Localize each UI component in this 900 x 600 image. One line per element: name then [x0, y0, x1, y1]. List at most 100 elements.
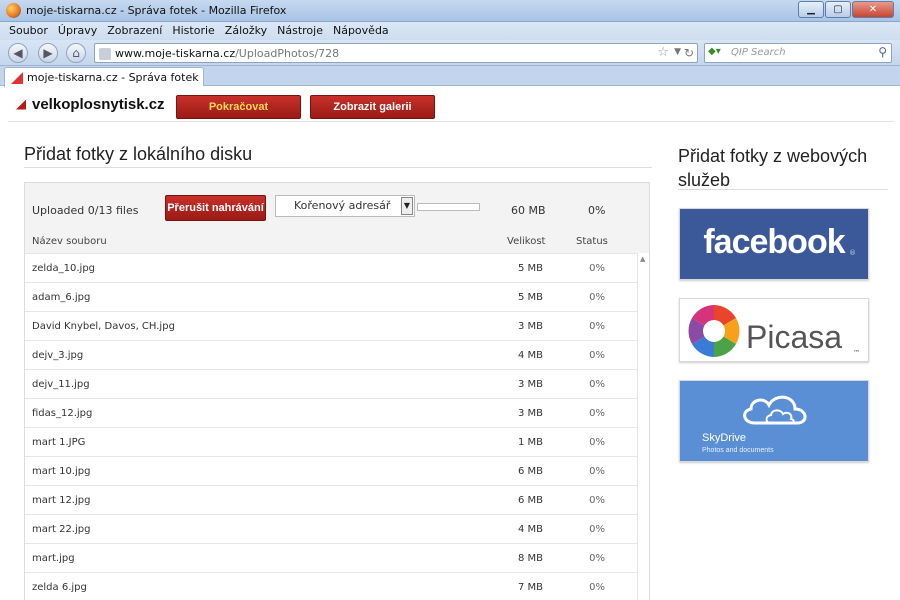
menu-tools[interactable]: Nástroje	[272, 22, 328, 40]
file-status: 0%	[589, 495, 605, 506]
cloud-icon	[743, 395, 807, 425]
facebook-service-button[interactable]: facebook ®	[679, 208, 869, 280]
page-content: velkoplosnytisk.cz Pokračovat Zobrazit g…	[8, 86, 894, 600]
address-bar[interactable]: www.moje-tiskarna.cz/UploadPhotos/728 ☆ …	[94, 43, 698, 63]
directory-value: Kořenový adresář	[294, 199, 391, 212]
file-status: 0%	[589, 350, 605, 361]
file-status: 0%	[589, 524, 605, 535]
file-name: mart 12.jpg	[32, 495, 91, 506]
file-size: 5 MB	[517, 263, 543, 274]
file-size: 6 MB	[517, 495, 543, 506]
minimize-button[interactable]: ▁	[798, 1, 824, 18]
history-dropdown-icon[interactable]: ▼	[674, 47, 681, 57]
file-status: 0%	[589, 466, 605, 477]
file-name: mart.jpg	[32, 553, 75, 564]
file-status: 0%	[589, 321, 605, 332]
page-favicon-icon	[99, 48, 111, 60]
maximize-button[interactable]: ▢	[825, 1, 851, 18]
menu-bookmarks[interactable]: Záložky	[220, 22, 272, 40]
column-header-status[interactable]: Status	[576, 236, 608, 247]
table-row: fidas_12.jpg 3 MB 0%	[25, 398, 637, 427]
file-name: fidas_12.jpg	[32, 408, 93, 419]
search-placeholder: QIP Search	[731, 47, 786, 58]
back-icon[interactable]: ◀	[8, 43, 28, 63]
table-row: dejv_3.jpg 4 MB 0%	[25, 340, 637, 369]
logo-text: velkoplosnytisk.cz	[32, 96, 165, 113]
file-size: 5 MB	[517, 292, 543, 303]
file-size: 3 MB	[517, 321, 543, 332]
web-services-title: Přidat fotky z webových služeb	[678, 146, 868, 190]
menu-edit[interactable]: Úpravy	[53, 22, 102, 40]
scroll-up-icon[interactable]: ▲	[640, 255, 645, 263]
table-row: mart 12.jpg 6 MB 0%	[25, 485, 637, 514]
menu-bar: Soubor Úpravy Zobrazení Historie Záložky…	[0, 22, 900, 40]
facebook-logo: facebook	[703, 223, 845, 261]
navigation-toolbar: ◀ ▶ ⌂ www.moje-tiskarna.cz/UploadPhotos/…	[0, 40, 900, 66]
menu-help[interactable]: Nápověda	[328, 22, 394, 40]
window-controls: ▁ ▢ ✕	[797, 1, 894, 18]
table-row: mart 22.jpg 4 MB 0%	[25, 514, 637, 543]
firefox-icon	[6, 3, 21, 18]
table-row: mart 1.JPG 1 MB 0%	[25, 427, 637, 456]
tab-strip: moje-tiskarna.cz - Správa fotek	[0, 66, 900, 87]
file-size: 1 MB	[517, 437, 543, 448]
upload-panel: Uploaded 0/13 files Přerušit nahrávání K…	[24, 182, 650, 600]
file-name: mart 1.JPG	[32, 437, 86, 448]
reload-icon[interactable]: ↻	[684, 46, 694, 60]
continue-button[interactable]: Pokračovat	[176, 95, 301, 119]
file-name: zelda_10.jpg	[32, 263, 96, 274]
file-size: 4 MB	[517, 524, 543, 535]
picasa-logo-text: Picasa	[746, 319, 843, 355]
search-icon[interactable]: ⚲	[878, 45, 887, 59]
tab-active[interactable]: moje-tiskarna.cz - Správa fotek	[4, 67, 204, 87]
menu-history[interactable]: Historie	[167, 22, 219, 40]
upload-status-text: Uploaded 0/13 files	[32, 204, 139, 217]
table-row: mart.jpg 8 MB 0%	[25, 543, 637, 572]
window-titlebar: moje-tiskarna.cz - Správa fotek - Mozill…	[0, 0, 900, 22]
stop-upload-button[interactable]: Přerušit nahrávání	[165, 195, 266, 221]
directory-select[interactable]: Kořenový adresář ▼	[275, 195, 415, 217]
menu-view[interactable]: Zobrazení	[102, 22, 167, 40]
close-button[interactable]: ✕	[852, 1, 894, 18]
search-box[interactable]: ◆▾ QIP Search ⚲	[704, 43, 892, 63]
search-engine-icon[interactable]: ◆▾	[708, 46, 730, 60]
picasa-service-button[interactable]: Picasa ™	[679, 298, 869, 362]
forward-icon[interactable]: ▶	[38, 43, 58, 63]
file-name: mart 22.jpg	[32, 524, 91, 535]
file-status: 0%	[589, 292, 605, 303]
file-size: 6 MB	[517, 466, 543, 477]
site-header: velkoplosnytisk.cz Pokračovat Zobrazit g…	[8, 86, 894, 122]
file-name: mart 10.jpg	[32, 466, 91, 477]
file-status: 0%	[589, 437, 605, 448]
show-gallery-button[interactable]: Zobrazit galerii	[310, 95, 435, 119]
site-logo[interactable]: velkoplosnytisk.cz	[16, 96, 165, 113]
table-row: adam_6.jpg 5 MB 0%	[25, 282, 637, 311]
tab-label: moje-tiskarna.cz - Správa fotek	[27, 71, 199, 84]
home-icon[interactable]: ⌂	[66, 43, 86, 63]
table-row: David Knybel, Davos, CH.jpg 3 MB 0%	[25, 311, 637, 340]
table-row: mart 10.jpg 6 MB 0%	[25, 456, 637, 485]
upload-title-divider	[24, 167, 652, 168]
skydrive-subtitle: Photos and documents	[702, 447, 774, 454]
total-percent: 0%	[588, 204, 606, 217]
file-size: 4 MB	[517, 350, 543, 361]
window-title: moje-tiskarna.cz - Správa fotek - Mozill…	[26, 4, 287, 17]
file-size: 7 MB	[517, 582, 543, 593]
facebook-registered-mark: ®	[849, 249, 856, 257]
file-size: 3 MB	[517, 379, 543, 390]
table-row: zelda_10.jpg 5 MB 0%	[25, 253, 637, 282]
file-list: zelda_10.jpg 5 MB 0% adam_6.jpg 5 MB 0% Davi…	[25, 253, 637, 600]
column-header-size[interactable]: Velikost	[507, 236, 545, 247]
menu-file[interactable]: Soubor	[4, 22, 53, 40]
skydrive-service-button[interactable]: SkyDrive Photos and documents	[679, 380, 869, 462]
table-row: dejv_11.jpg 3 MB 0%	[25, 369, 637, 398]
chevron-down-icon[interactable]: ▼	[401, 197, 413, 215]
picasa-logo-icon	[688, 305, 740, 357]
skydrive-logo-text: SkyDrive	[702, 432, 747, 444]
file-list-scrollbar[interactable]: ▲	[637, 253, 649, 600]
file-name: dejv_3.jpg	[32, 350, 84, 361]
bookmark-star-icon[interactable]: ☆	[657, 45, 669, 60]
address-url[interactable]: www.moje-tiskarna.cz/UploadPhotos/728	[115, 47, 339, 60]
column-header-name[interactable]: Název souboru	[32, 236, 107, 247]
file-name: David Knybel, Davos, CH.jpg	[32, 321, 175, 332]
